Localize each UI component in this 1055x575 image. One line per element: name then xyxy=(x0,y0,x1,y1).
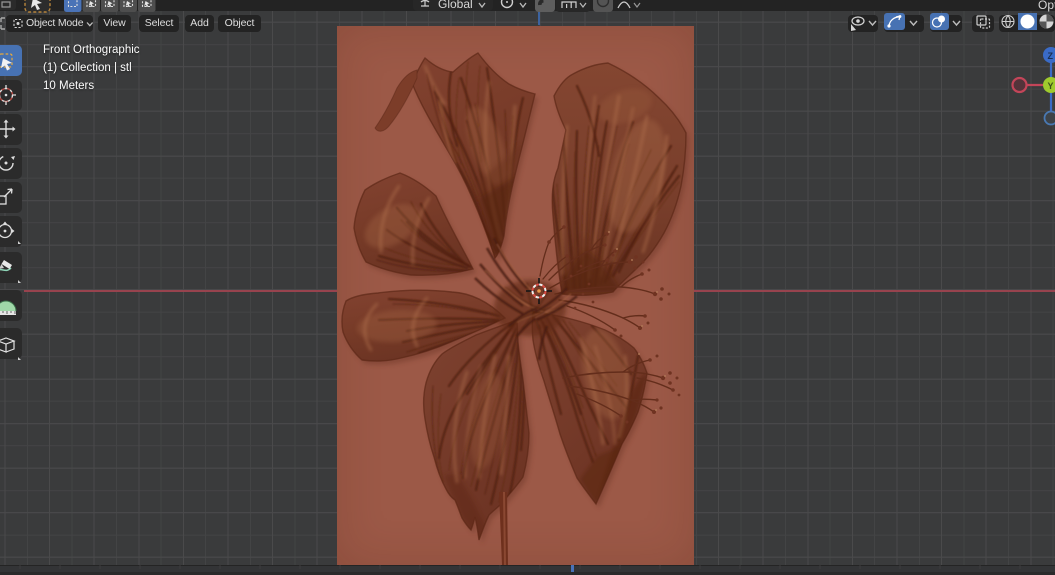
svg-text:Y: Y xyxy=(1048,81,1054,91)
svg-text:Z: Z xyxy=(1048,51,1054,61)
svg-text:Optio: Optio xyxy=(1038,0,1055,12)
svg-text:Global: Global xyxy=(438,0,473,11)
